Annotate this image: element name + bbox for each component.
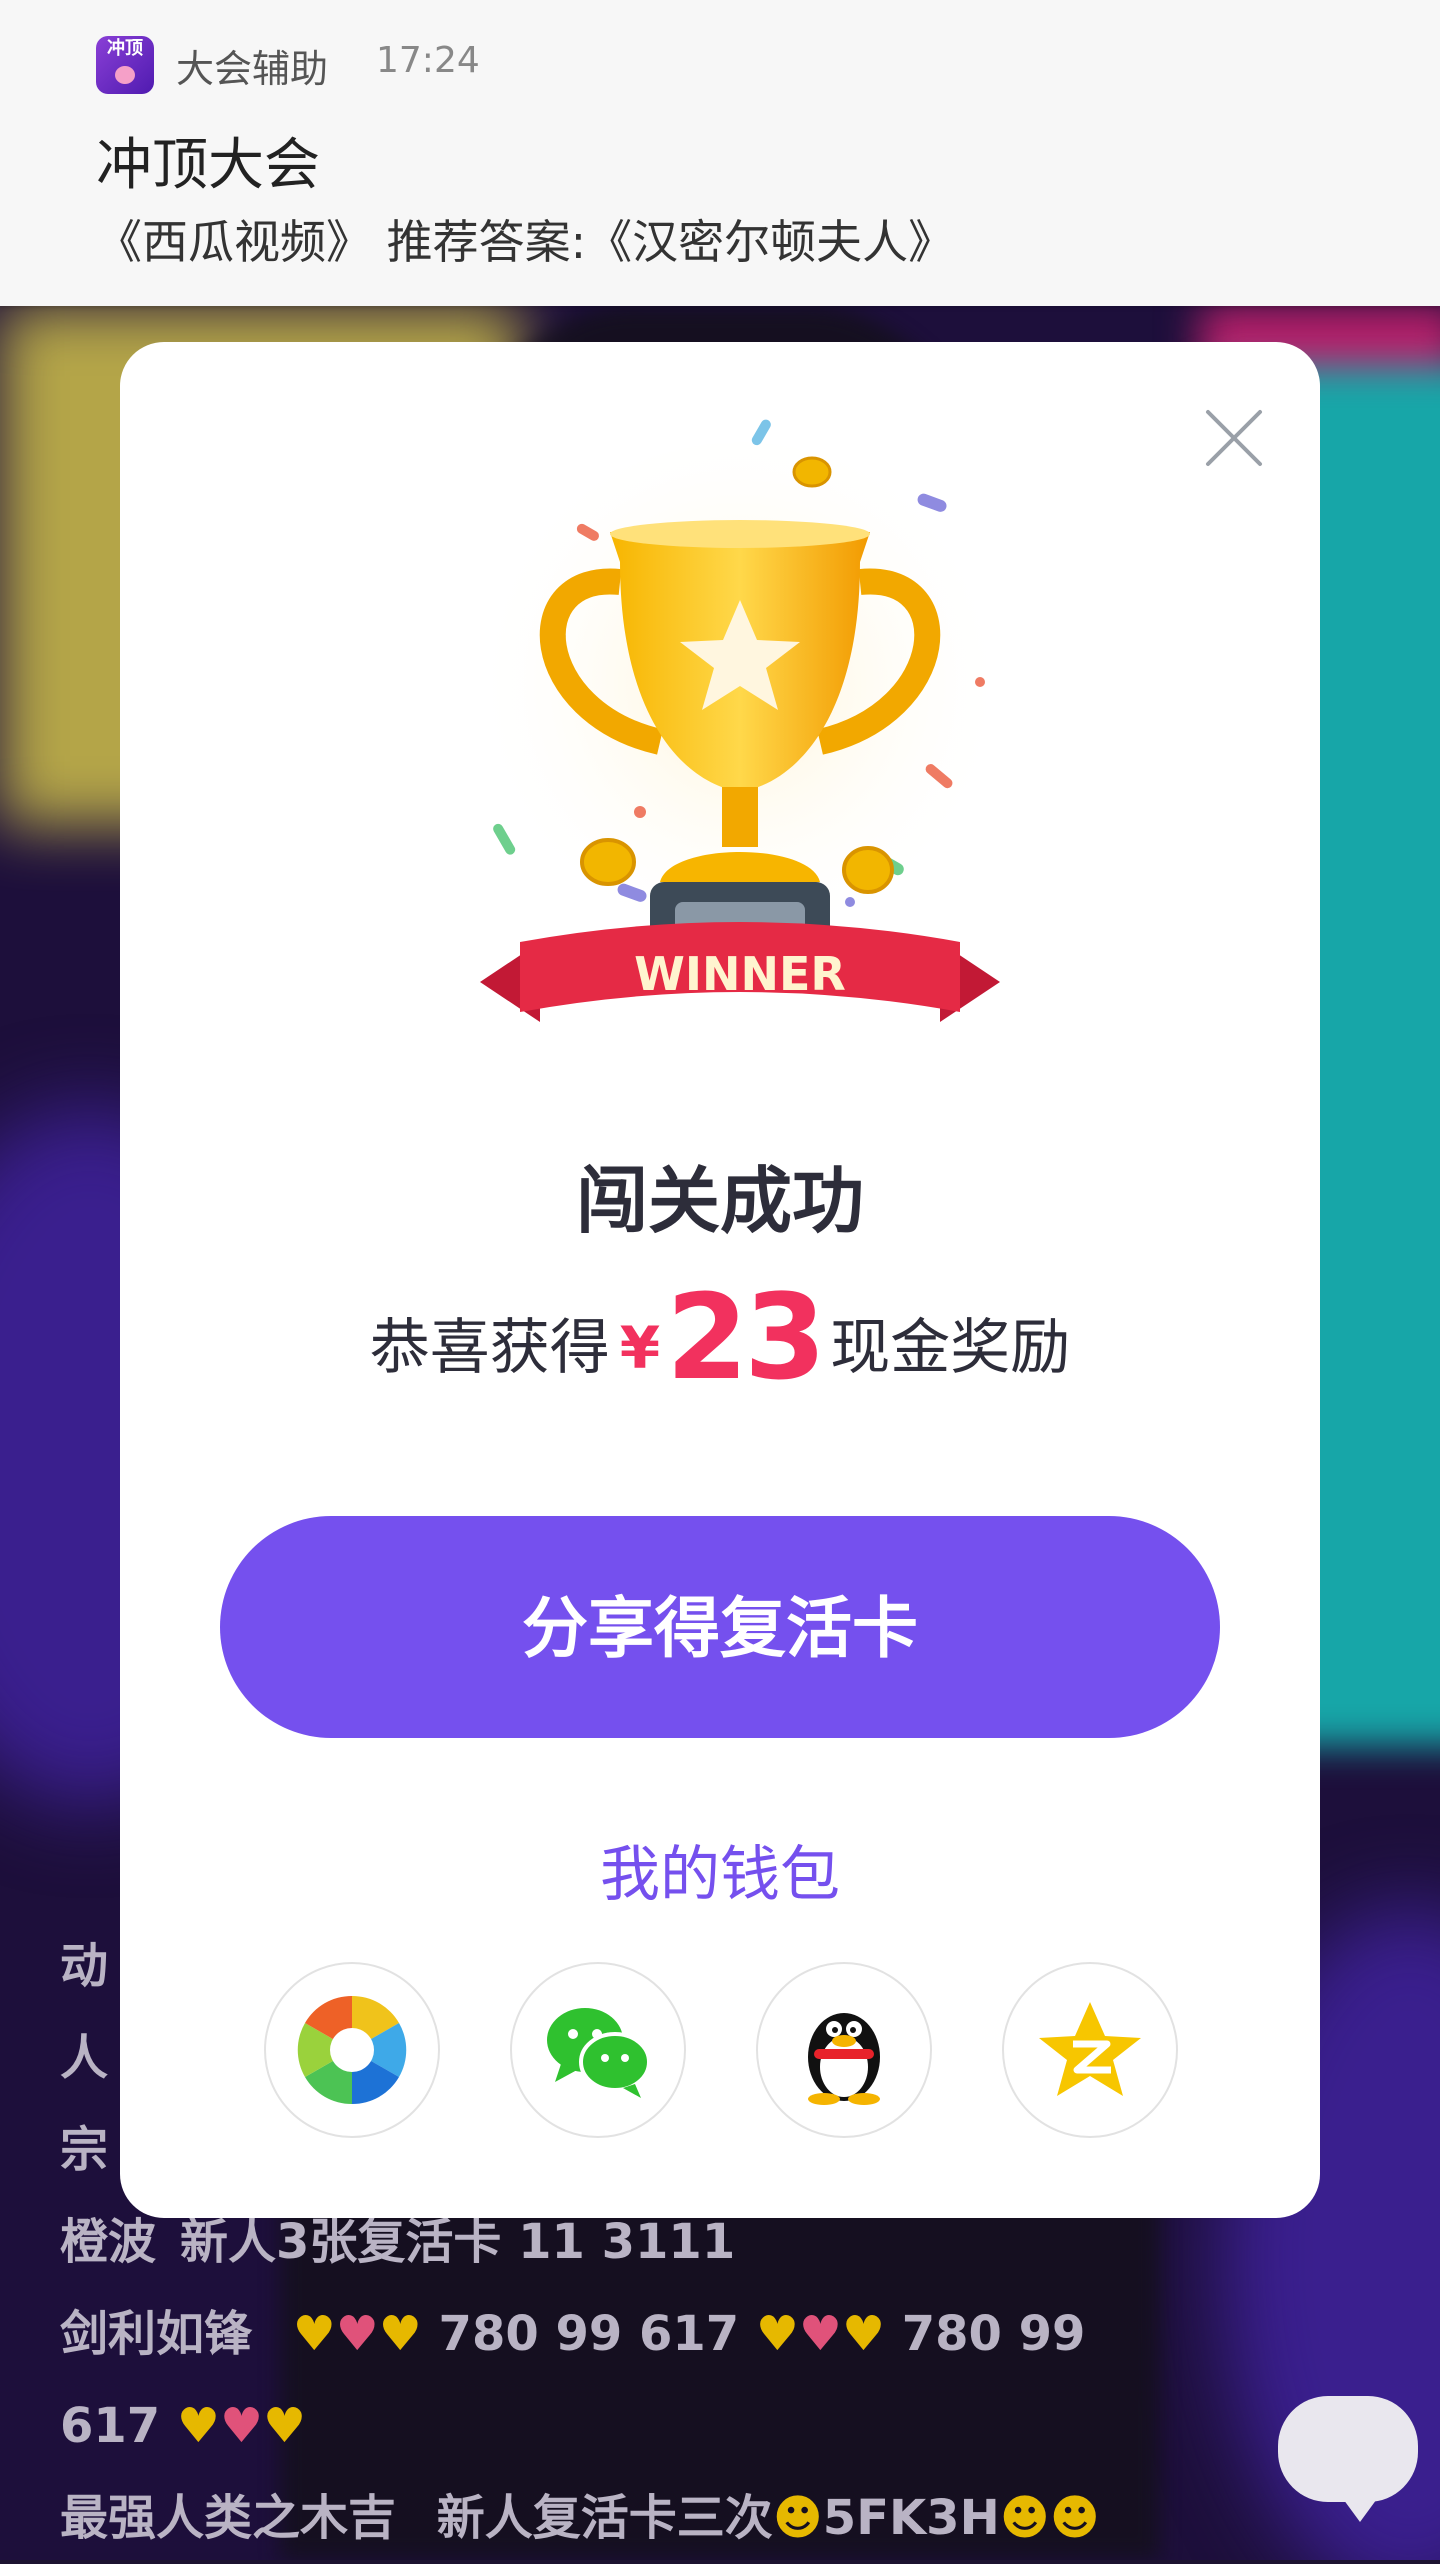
chat-username: 最强人类之木吉 xyxy=(60,2490,397,2546)
chat-text: 新人3张复活卡 11 3111 xyxy=(180,2214,736,2270)
share-targets xyxy=(264,1962,1184,2138)
notification-app-name: 大会辅助 xyxy=(176,47,329,91)
success-dialog: WINNER 闯关成功 恭喜获得 ¥23 现金奖励 分享得复活卡 我的钱包 xyxy=(120,342,1320,2218)
prize-suffix: 现金奖励 xyxy=(830,1313,1071,1383)
share-qq-button[interactable] xyxy=(756,1962,932,2138)
share-revive-card-button[interactable]: 分享得复活卡 xyxy=(220,1516,1220,1738)
chat-text: 780 99 xyxy=(901,2306,1086,2362)
my-wallet-link[interactable]: 我的钱包 xyxy=(120,1826,1320,1913)
chat-message-continued: 617 ♥♥♥ xyxy=(60,2380,1260,2472)
share-wechat-button[interactable] xyxy=(510,1962,686,2138)
push-notification[interactable]: 冲顶 大会辅助 17:24 冲顶大会 《西瓜视频》 推荐答案:《汉密尔顿夫人》 xyxy=(0,0,1440,306)
yellow-heart-icon: ♥ xyxy=(755,2306,799,2362)
app-icon: 冲顶 xyxy=(96,36,154,94)
chat-text: 宗 xyxy=(60,2122,109,2178)
notification-body: 《西瓜视频》 推荐答案:《汉密尔顿夫人》 xyxy=(96,215,955,269)
chat-username: 剑利如锋 xyxy=(60,2306,253,2362)
share-qzone-button[interactable] xyxy=(1002,1962,1178,2138)
heart-ribbon-icon: ♥ xyxy=(798,2306,842,2362)
notification-time: 17:24 xyxy=(376,40,480,81)
photo-aperture-icon xyxy=(297,1995,407,2105)
prize-amount: 23 xyxy=(666,1268,826,1406)
chat-text: 780 99 617 xyxy=(438,2306,740,2362)
share-moments-button[interactable] xyxy=(264,1962,440,2138)
chat-bubble-button[interactable] xyxy=(1278,2396,1418,2522)
kiss-face-icon: ☻ xyxy=(772,2490,823,2546)
success-title: 闯关成功 xyxy=(575,1159,864,1243)
qzone-star-icon xyxy=(1039,2002,1141,2096)
prize-message: 恭喜获得 ¥23 现金奖励 xyxy=(120,1268,1320,1406)
chat-message: 最强人类之木吉 新人复活卡三次☻5FK3H☻☻ xyxy=(60,2472,1260,2564)
kiss-face-icon: ☻☻ xyxy=(999,2490,1100,2546)
yellow-heart-icon: ♥ xyxy=(378,2306,422,2362)
close-icon[interactable] xyxy=(1200,404,1268,472)
chat-text: 人 xyxy=(60,2030,109,2086)
chat-text: 5FK3H xyxy=(822,2490,1000,2546)
chat-message: 剑利如锋 ♥♥♥ 780 99 617 ♥♥♥ 780 99 xyxy=(60,2288,1260,2380)
prize-prefix: 恭喜获得 xyxy=(369,1313,610,1383)
yellow-heart-icon: ♥ xyxy=(262,2398,307,2454)
chat-text: 动 xyxy=(60,1938,109,1994)
trophy-icon: WINNER xyxy=(470,419,1010,1022)
chat-username: 橙波 xyxy=(60,2214,157,2270)
app-icon-text: 冲顶 xyxy=(107,38,143,59)
pig-icon xyxy=(115,66,135,84)
heart-arrow-icon: ♥ xyxy=(219,2398,263,2454)
yellow-heart-icon: ♥ xyxy=(292,2306,336,2362)
yellow-heart-icon: ♥ xyxy=(176,2398,220,2454)
chat-text: 617 xyxy=(60,2398,161,2454)
chat-text: 新人复活卡三次 xyxy=(436,2490,773,2546)
currency-symbol: ¥ xyxy=(619,1314,661,1382)
winner-badge-text: WINNER xyxy=(634,947,846,1001)
heart-arrow-icon: ♥ xyxy=(335,2306,379,2362)
wechat-icon xyxy=(547,2008,651,2098)
yellow-heart-icon: ♥ xyxy=(841,2306,885,2362)
notification-title: 冲顶大会 xyxy=(96,133,320,198)
qq-penguin-icon xyxy=(808,2013,880,2105)
